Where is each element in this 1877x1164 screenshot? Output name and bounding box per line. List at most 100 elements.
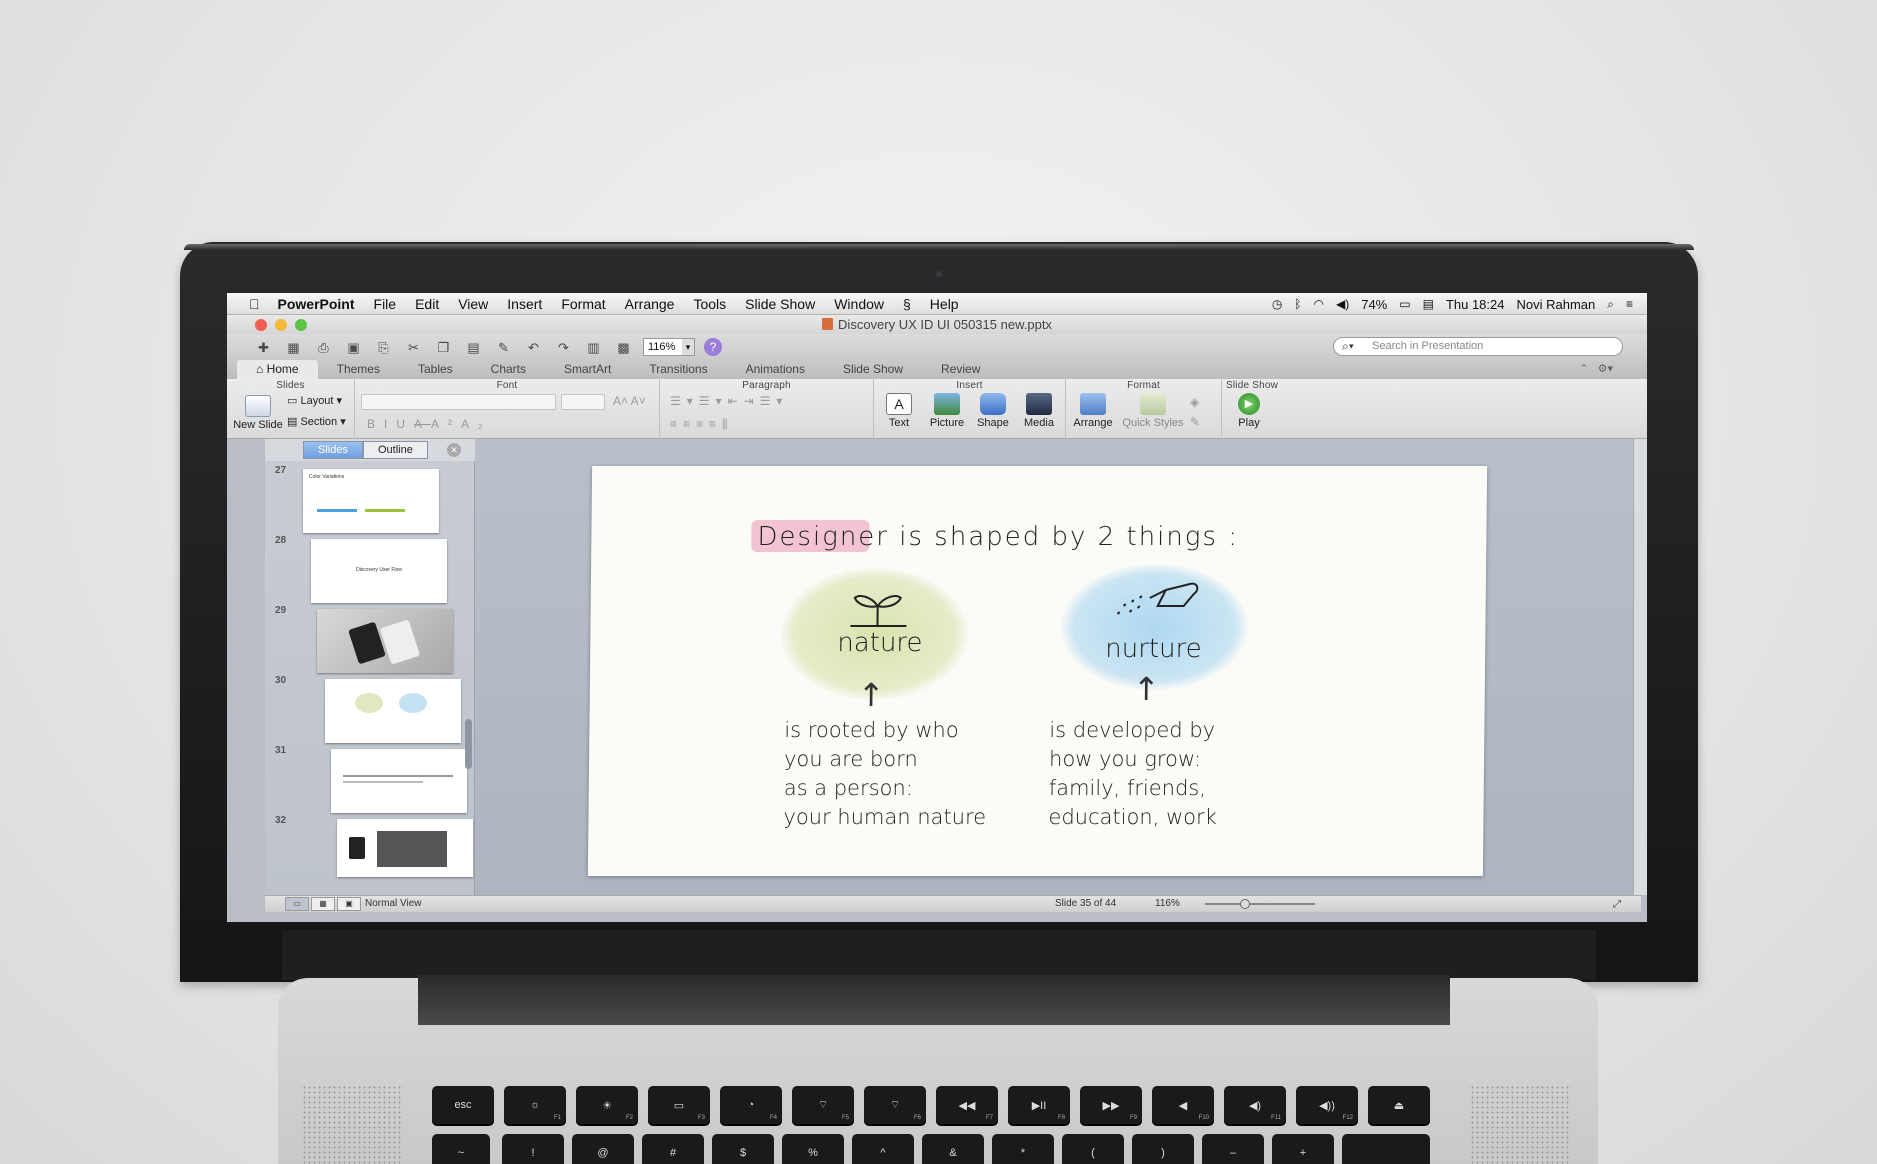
key-minus[interactable]: –: [1202, 1134, 1264, 1164]
key-0[interactable]: ): [1132, 1134, 1194, 1164]
thumbnail-29[interactable]: 29: [273, 605, 463, 675]
key-4[interactable]: $: [712, 1134, 774, 1164]
key-f7[interactable]: ◀◀ F7: [936, 1086, 998, 1124]
menu-slide-show[interactable]: Slide Show: [745, 296, 815, 312]
notification-icon[interactable]: ≡: [1626, 297, 1633, 311]
key-f9[interactable]: ▶▶ F9: [1080, 1086, 1142, 1124]
key-f1[interactable]: ☼ F1: [504, 1086, 566, 1124]
nurture-description[interactable]: is developed by how you grow: family, fr…: [1048, 716, 1218, 832]
key-eject[interactable]: ⏏: [1368, 1086, 1430, 1124]
key-8[interactable]: *: [992, 1134, 1054, 1164]
key-f3[interactable]: ▭ F3: [648, 1086, 710, 1124]
tab-tables[interactable]: Tables: [399, 360, 472, 379]
insert-text-button[interactable]: A Text: [878, 393, 920, 429]
current-slide[interactable]: Designer is shaped by 2 things : nature …: [587, 466, 1488, 876]
key-f10[interactable]: ◀ F10: [1152, 1086, 1214, 1124]
zoom-slider-knob[interactable]: [1240, 899, 1250, 909]
menu-file[interactable]: File: [374, 296, 397, 312]
font-format-icons[interactable]: BIUAA²A₂: [367, 417, 492, 431]
new-slide-button[interactable]: New Slide: [231, 395, 285, 431]
pane-scrollbar[interactable]: [464, 463, 473, 893]
tab-animations[interactable]: Animations: [727, 360, 824, 379]
volume-icon[interactable]: ◀): [1336, 297, 1349, 311]
key-f5[interactable]: ⌔ F5: [792, 1086, 854, 1124]
clock[interactable]: Thu 18:24: [1446, 297, 1505, 312]
key-f2[interactable]: ☀ F2: [576, 1086, 638, 1124]
open-icon[interactable]: ⎙: [313, 338, 334, 357]
save-icon[interactable]: ▣: [343, 338, 364, 357]
presenter-view-icon[interactable]: ▣: [337, 897, 361, 911]
key-f4[interactable]: ◔ F4: [720, 1086, 782, 1124]
key-7[interactable]: &: [922, 1134, 984, 1164]
line-icon[interactable]: ✎: [1190, 415, 1200, 429]
tab-slides[interactable]: Slides: [303, 441, 363, 459]
quick-styles-button[interactable]: Quick Styles: [1120, 393, 1186, 429]
play-button[interactable]: ▶ Play: [1228, 393, 1270, 429]
templates-icon[interactable]: ▦: [283, 338, 304, 357]
tab-themes[interactable]: Themes: [318, 360, 399, 379]
print-icon[interactable]: ⎘: [373, 338, 394, 357]
font-name-select[interactable]: [361, 394, 556, 410]
ribbon-options-icon[interactable]: ⌃ ⚙▾: [1579, 362, 1613, 375]
wifi-icon[interactable]: ◠: [1314, 297, 1324, 311]
font-size-select[interactable]: [561, 394, 605, 410]
key-3[interactable]: #: [642, 1134, 704, 1164]
editor-scrollbar[interactable]: [1633, 439, 1647, 895]
menu-arrange[interactable]: Arrange: [625, 296, 675, 312]
script-icon[interactable]: §: [903, 296, 911, 312]
menu-app[interactable]: PowerPoint: [278, 296, 355, 312]
normal-view-icon[interactable]: ▭: [285, 897, 309, 911]
menu-window[interactable]: Window: [834, 296, 884, 312]
arrange-button[interactable]: Arrange: [1070, 393, 1116, 429]
minimize-button[interactable]: [275, 319, 287, 331]
thumbnail-30[interactable]: 30: [273, 675, 463, 745]
fill-icon[interactable]: ◈: [1190, 395, 1199, 409]
key-tilde[interactable]: ~: [432, 1134, 490, 1164]
key-f11[interactable]: ◀) F11: [1224, 1086, 1286, 1124]
key-delete[interactable]: [1342, 1134, 1430, 1164]
search-input[interactable]: ⌕▾ Search in Presentation: [1333, 337, 1623, 356]
key-5[interactable]: %: [782, 1134, 844, 1164]
apple-icon[interactable]: : [249, 296, 260, 312]
section-button[interactable]: ▤ Section ▾: [287, 415, 346, 428]
tab-outline[interactable]: Outline: [362, 441, 428, 459]
slide-headline[interactable]: Designer is shaped by 2 things :: [757, 522, 1239, 552]
key-f6[interactable]: ⌔ F6: [864, 1086, 926, 1124]
thumbnail-28[interactable]: 28 Discovery User Flow: [273, 535, 463, 605]
spotlight-icon[interactable]: ⌕: [1607, 297, 1614, 312]
sidebar-icon[interactable]: ▥: [583, 338, 604, 357]
zoom-select[interactable]: 116%: [643, 338, 695, 356]
redo-icon[interactable]: ↷: [553, 338, 574, 357]
close-button[interactable]: [255, 319, 267, 331]
thumbnail-27[interactable]: 27 Color Variations: [273, 465, 463, 535]
nature-description[interactable]: is rooted by who you are born as a perso…: [783, 716, 987, 832]
time-machine-icon[interactable]: ◷: [1272, 297, 1282, 311]
undo-icon[interactable]: ↶: [523, 338, 544, 357]
insert-media-button[interactable]: Media: [1018, 393, 1060, 429]
menu-view[interactable]: View: [458, 296, 488, 312]
tab-slide-show[interactable]: Slide Show: [824, 360, 922, 379]
format-painter-icon[interactable]: ✎: [493, 338, 514, 357]
font-grow-icon[interactable]: A˄ A˅: [613, 394, 646, 408]
tab-home[interactable]: ⌂ Home: [237, 360, 318, 379]
menu-edit[interactable]: Edit: [415, 296, 439, 312]
key-9[interactable]: (: [1062, 1134, 1124, 1164]
key-1[interactable]: !: [502, 1134, 564, 1164]
menu-tools[interactable]: Tools: [693, 296, 726, 312]
key-f12[interactable]: ◀)) F12: [1296, 1086, 1358, 1124]
tab-charts[interactable]: Charts: [472, 360, 545, 379]
menu-help[interactable]: Help: [930, 296, 959, 312]
key-6[interactable]: ^: [852, 1134, 914, 1164]
slide-sorter-icon[interactable]: ▦: [311, 897, 335, 911]
label-nurture[interactable]: nurture: [1105, 634, 1202, 664]
paste-icon[interactable]: ▤: [463, 338, 484, 357]
zoom-slider[interactable]: [1205, 903, 1315, 905]
thumbnail-32[interactable]: 32: [273, 815, 473, 885]
tab-smartart[interactable]: SmartArt: [545, 360, 630, 379]
help-icon[interactable]: ?: [704, 338, 722, 356]
battery-percent[interactable]: 74%: [1361, 297, 1387, 312]
align-icons[interactable]: ≡≡≡≡⫼: [670, 417, 734, 432]
battery-icon[interactable]: ▭: [1399, 297, 1410, 311]
layout-button[interactable]: ▭ Layout ▾: [287, 394, 342, 407]
key-f8[interactable]: ▶II F8: [1008, 1086, 1070, 1124]
